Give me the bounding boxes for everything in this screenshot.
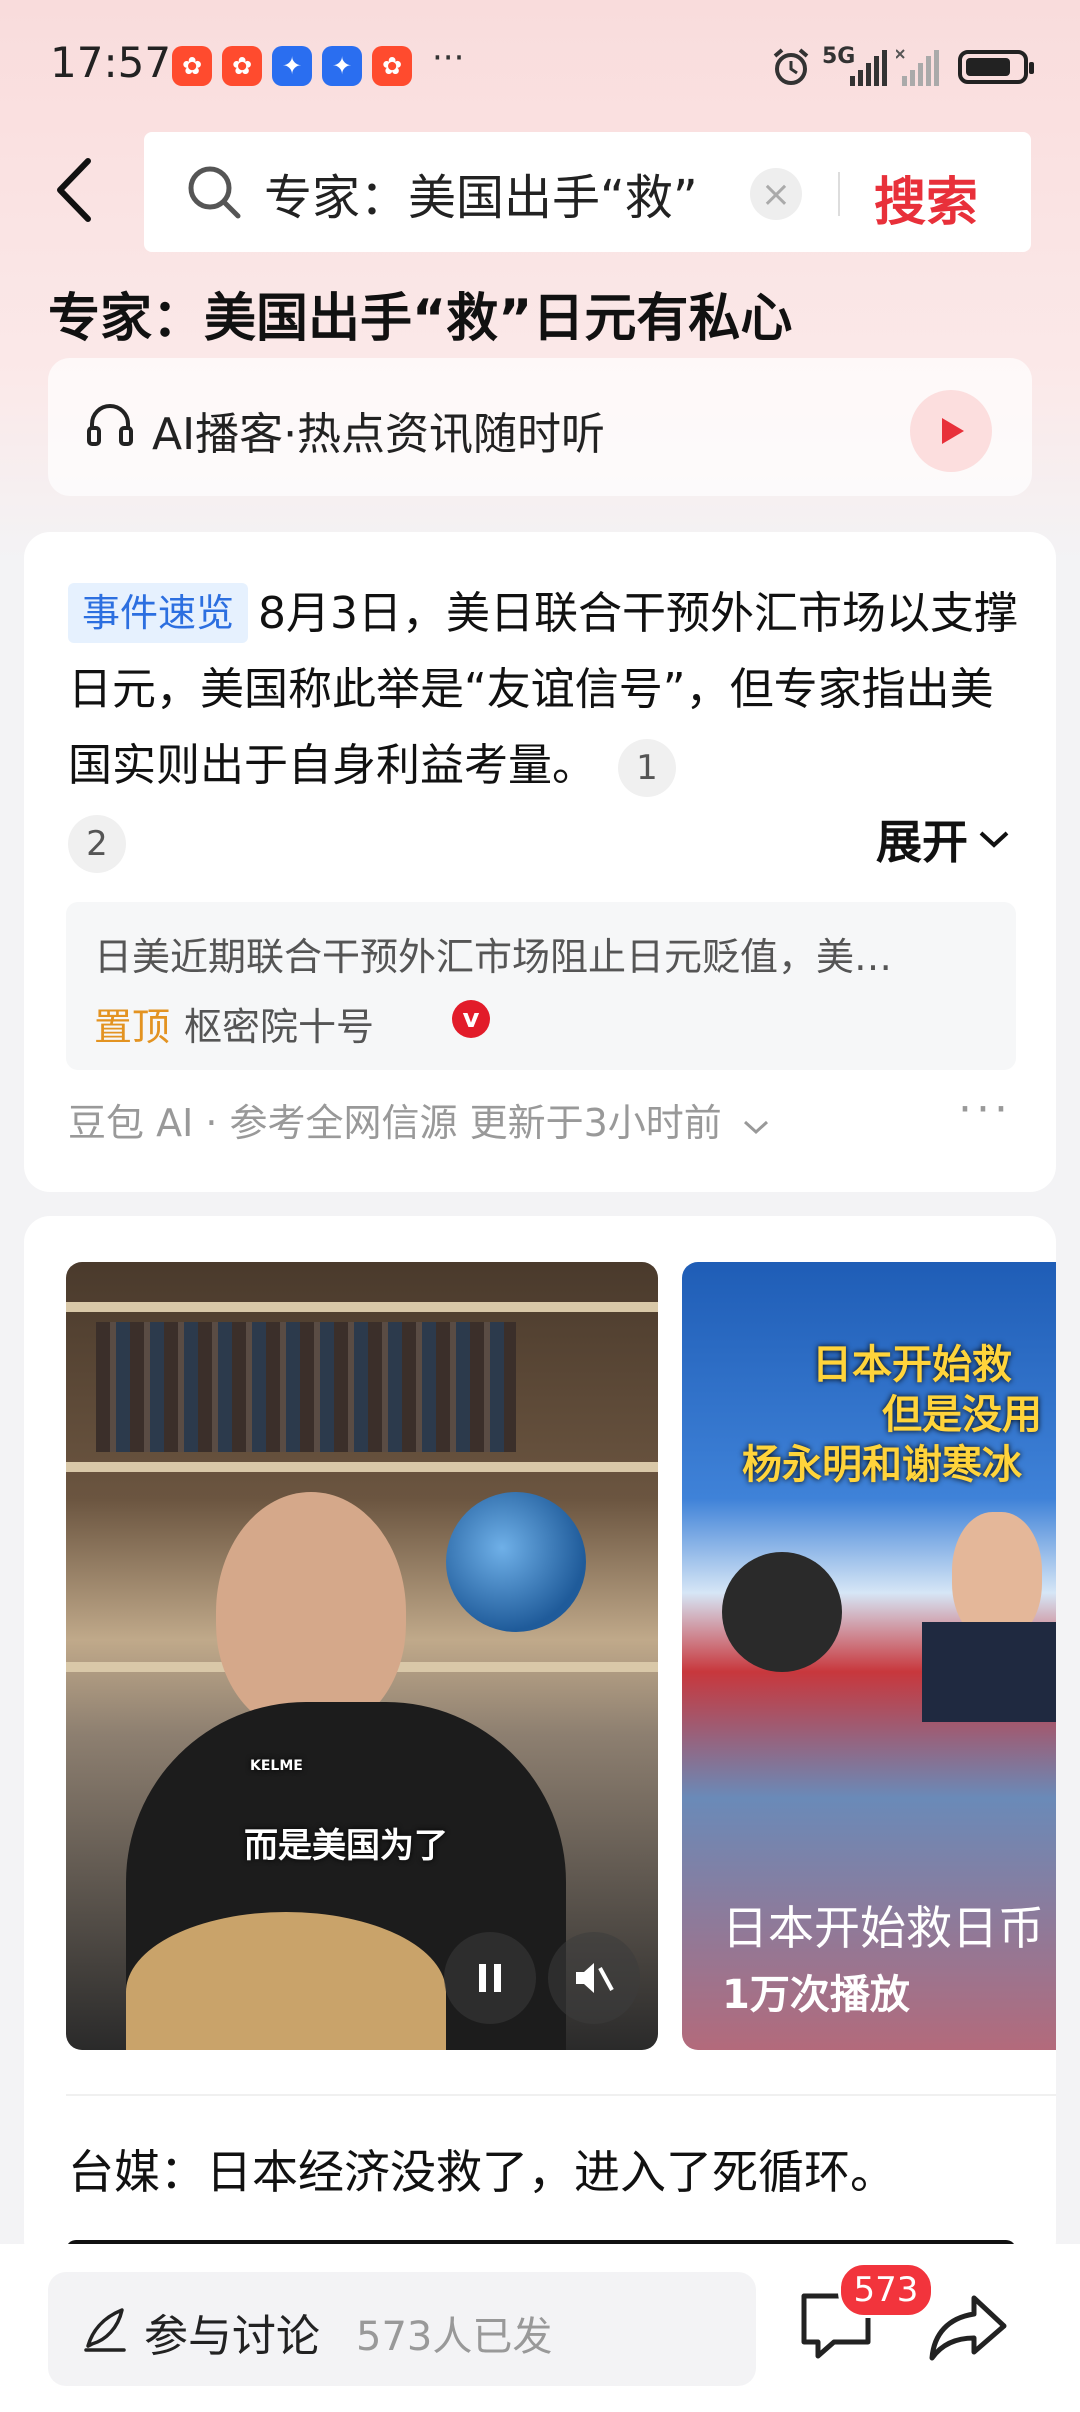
- video-player-2[interactable]: 日本开始救 但是没用 杨永明和谢寒冰 日本开始救日币 1万次播放: [682, 1262, 1056, 2050]
- bottom-bar: 参与讨论 573人已发 573: [0, 2244, 1080, 2412]
- video-caption: 而是美国为了: [244, 1826, 448, 1866]
- discuss-count: 573人已发: [356, 2314, 553, 2360]
- notification-app-icon: ✿: [172, 46, 212, 86]
- event-tag: 事件速览: [68, 583, 249, 643]
- comment-count-badge: 573: [838, 2262, 934, 2318]
- headphones-icon: [87, 404, 133, 446]
- news-headline[interactable]: 台媒：日本经济没救了，进入了死循环。: [68, 2136, 896, 2202]
- search-submit-button[interactable]: 搜索: [874, 160, 978, 235]
- source-line-text: 豆包 AI · 参考全网信源 更新于3小时前: [68, 1101, 722, 1145]
- mute-button[interactable]: [548, 1932, 640, 2024]
- citation-2[interactable]: 2: [68, 815, 126, 873]
- video-2-plays: 1万次播放: [722, 1972, 910, 2018]
- ai-podcast-banner[interactable]: AI播客·热点资讯随时听: [48, 358, 1032, 496]
- search-divider: [838, 172, 840, 216]
- divider: [66, 2094, 1056, 2096]
- podcast-label: AI播客·热点资讯随时听: [152, 409, 606, 460]
- status-time: 17:57: [50, 38, 172, 87]
- page-title: 专家：美国出手“救”日元有私心: [48, 289, 793, 349]
- chevron-down-icon: [979, 831, 1009, 848]
- back-button[interactable]: [44, 150, 104, 230]
- chevron-down-icon: [743, 1120, 768, 1135]
- shirt-brand: KELME: [250, 1758, 303, 1774]
- pause-icon: [479, 1964, 501, 1992]
- event-summary-card: 事件速览 8月3日，美日联合干预外汇市场以支撑日元，美国称此举是“友谊信号”，但专…: [24, 532, 1056, 1192]
- source-line[interactable]: 豆包 AI · 参考全网信源 更新于3小时前: [68, 1092, 770, 1147]
- discuss-input[interactable]: 参与讨论 573人已发: [48, 2272, 756, 2386]
- video-card: 而是美国为了 KELME 日本开始救 但是没用 杨永明和谢寒冰 日本开始救日币 …: [24, 1216, 1056, 2266]
- discuss-label: 参与讨论: [144, 2311, 320, 2362]
- more-options-button[interactable]: ···: [958, 1084, 1012, 1135]
- verified-icon: v: [452, 1000, 490, 1038]
- muted-speaker-icon: [576, 1963, 614, 1993]
- video-2-title: 日本开始救日币: [722, 1901, 1044, 1955]
- podcast-play-button[interactable]: [910, 390, 992, 472]
- video-overlay-line-3: 杨永明和谢寒冰: [742, 1442, 1022, 1488]
- search-bar: × 搜索: [144, 132, 1031, 252]
- alarm-icon: [773, 48, 809, 85]
- signal-2-icon: [896, 49, 939, 86]
- share-icon[interactable]: [926, 2286, 1010, 2370]
- expand-button[interactable]: 展开: [876, 806, 1010, 872]
- clear-search-button[interactable]: ×: [750, 168, 802, 220]
- pause-button[interactable]: [444, 1932, 536, 2024]
- pinned-label: 置顶: [94, 1005, 171, 1049]
- search-icon: [188, 166, 241, 219]
- video-player-1[interactable]: 而是美国为了 KELME: [66, 1262, 658, 2050]
- chevron-left-icon: [57, 158, 91, 222]
- expand-label: 展开: [876, 815, 968, 869]
- quote-source: 枢密院十号: [184, 1005, 375, 1049]
- play-icon: [942, 418, 964, 444]
- pinned-quote[interactable]: 日美近期联合干预外汇市场阻止日元贬值，美… 置顶 枢密院十号 v: [66, 902, 1016, 1070]
- notification-app-icon: ✦: [322, 46, 362, 86]
- quote-text: 日美近期联合干预外汇市场阻止日元贬值，美…: [94, 935, 893, 979]
- notification-app-icon: ✿: [372, 46, 412, 86]
- status-bar: 17:57 ✿ ✿ ✦ ✦ ✿ ··· 5G: [0, 0, 1080, 136]
- battery-icon: [958, 50, 1034, 84]
- notification-app-icon: ✿: [222, 46, 262, 86]
- pen-icon: [84, 2308, 126, 2352]
- signal-icon: [850, 50, 887, 86]
- notification-app-icon: ✦: [272, 46, 312, 86]
- citation-1[interactable]: 1: [618, 739, 676, 797]
- more-notifications-icon: ···: [432, 38, 465, 78]
